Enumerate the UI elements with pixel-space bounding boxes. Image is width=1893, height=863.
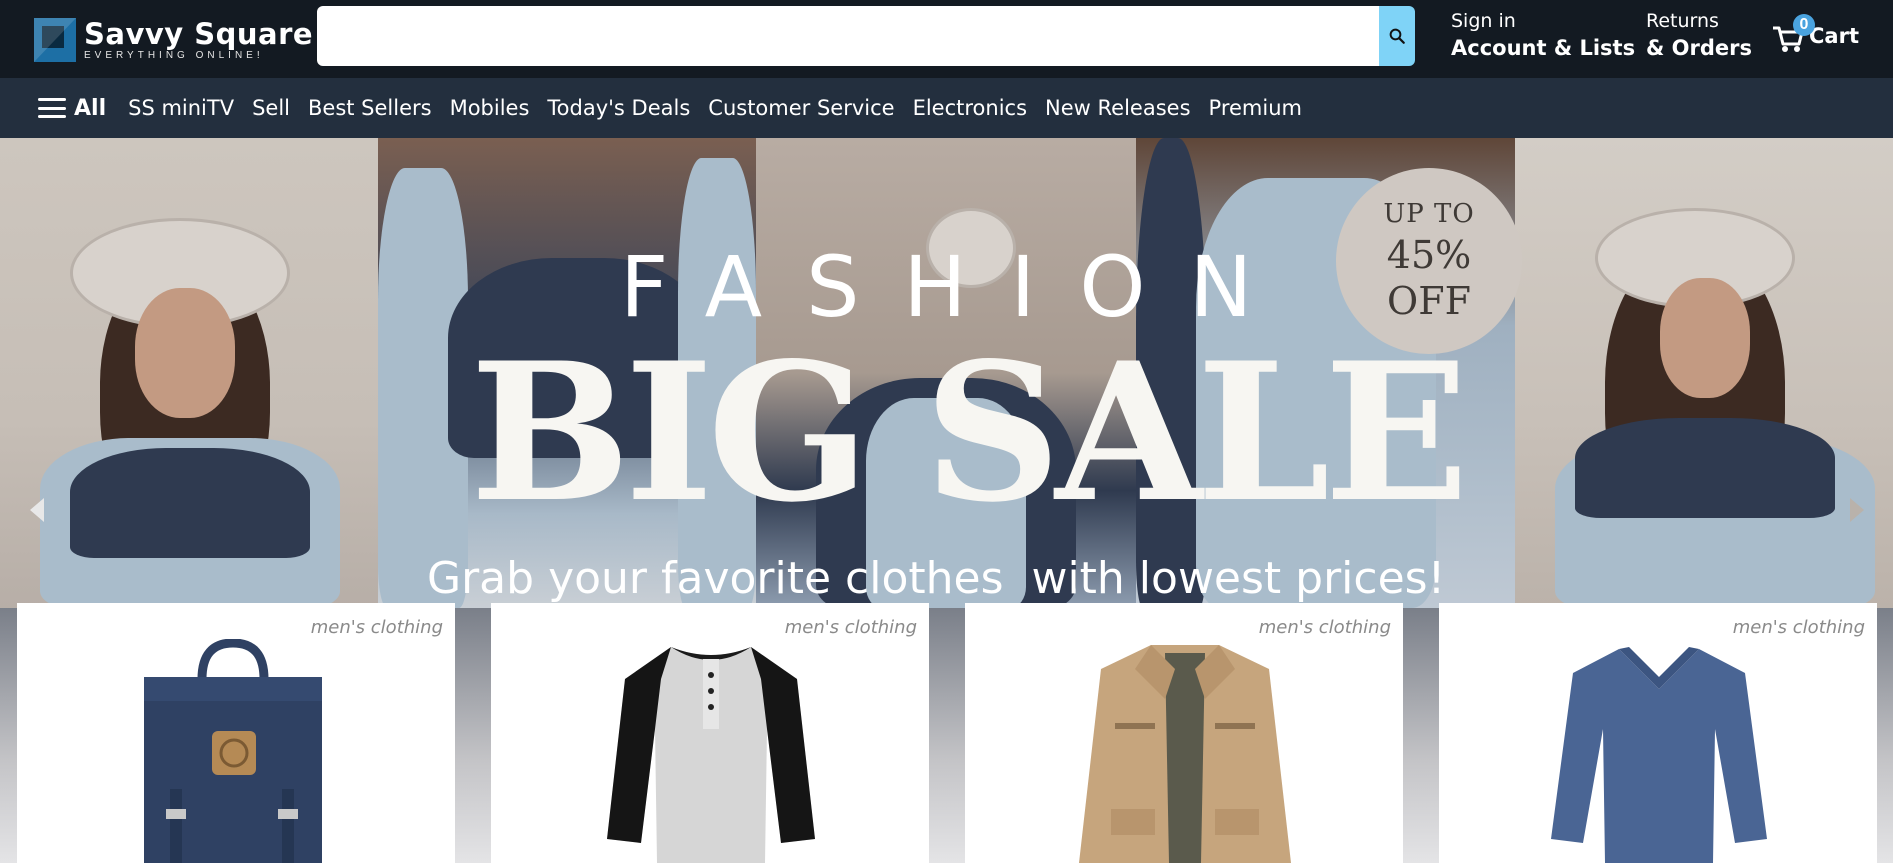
- product-category: men's clothing: [1258, 617, 1391, 638]
- account-lists-label: Account & Lists: [1451, 36, 1636, 60]
- nav-item-ss-minitv[interactable]: SS miniTV: [128, 96, 234, 120]
- nav-item-todays-deals[interactable]: Today's Deals: [547, 96, 690, 120]
- cart-button[interactable]: 0 Cart: [1771, 14, 1859, 54]
- account-lists-link[interactable]: Sign in Account & Lists: [1451, 10, 1635, 60]
- search-button[interactable]: [1379, 6, 1415, 66]
- returns-orders-link[interactable]: Returns & Orders: [1646, 10, 1752, 60]
- nav-item-premium[interactable]: Premium: [1209, 96, 1302, 120]
- returns-label: Returns: [1646, 10, 1719, 32]
- backpack-icon: [144, 639, 322, 863]
- search-input[interactable]: [317, 6, 1379, 66]
- brand-logo[interactable]: Savvy Square EVERYTHING ONLINE!: [34, 18, 313, 62]
- product-card[interactable]: men's clothing: [1439, 603, 1877, 863]
- logo-mark-icon: [34, 18, 76, 62]
- all-menu-button[interactable]: All: [38, 96, 106, 121]
- hero-photo-panel: [0, 138, 378, 608]
- product-category: men's clothing: [784, 617, 917, 638]
- product-card[interactable]: men's clothing: [965, 603, 1403, 863]
- hamburger-icon: [38, 98, 66, 118]
- brand-name: Savvy Square: [84, 16, 314, 51]
- nav-item-sell[interactable]: Sell: [252, 96, 290, 120]
- badge-off: OFF: [1387, 279, 1471, 323]
- sign-in-label: Sign in: [1451, 10, 1516, 32]
- sweater-icon: [1551, 647, 1767, 863]
- cart-label: Cart: [1809, 24, 1859, 48]
- orders-label: & Orders: [1646, 36, 1752, 60]
- nav-item-best-sellers[interactable]: Best Sellers: [308, 96, 432, 120]
- hero-photo-panel: [1515, 138, 1893, 608]
- category-nav: All SS miniTV Sell Best Sellers Mobiles …: [0, 78, 1893, 138]
- nav-item-mobiles[interactable]: Mobiles: [450, 96, 530, 120]
- nav-item-new-releases[interactable]: New Releases: [1045, 96, 1190, 120]
- hero-headline-big-sale: BIG SALE: [470, 321, 1469, 544]
- jacket-icon: [1079, 645, 1291, 863]
- nav-item-electronics[interactable]: Electronics: [913, 96, 1027, 120]
- product-card[interactable]: men's clothing: [17, 603, 455, 863]
- search-bar: [317, 6, 1415, 66]
- carousel-next-arrow-icon[interactable]: [1850, 498, 1864, 522]
- raglan-tshirt-icon: [607, 647, 815, 863]
- search-icon: [1389, 28, 1405, 44]
- product-category: men's clothing: [1732, 617, 1865, 638]
- cart-count-badge: 0: [1793, 14, 1815, 36]
- badge-percent: 45%: [1386, 233, 1472, 277]
- hero-subtitle: Grab your favorite clothes with lowest p…: [427, 553, 1446, 604]
- nav-item-customer-service[interactable]: Customer Service: [708, 96, 894, 120]
- discount-badge: UP TO 45% OFF: [1336, 168, 1522, 354]
- cart-icon: 0: [1771, 14, 1815, 54]
- product-card[interactable]: men's clothing: [491, 603, 929, 863]
- product-category: men's clothing: [310, 617, 443, 638]
- top-header: Savvy Square EVERYTHING ONLINE! Sign in …: [0, 0, 1893, 78]
- all-label: All: [74, 95, 107, 121]
- brand-tagline: EVERYTHING ONLINE!: [84, 49, 264, 61]
- carousel-prev-arrow-icon[interactable]: [30, 498, 44, 522]
- badge-up-to: UP TO: [1383, 199, 1475, 229]
